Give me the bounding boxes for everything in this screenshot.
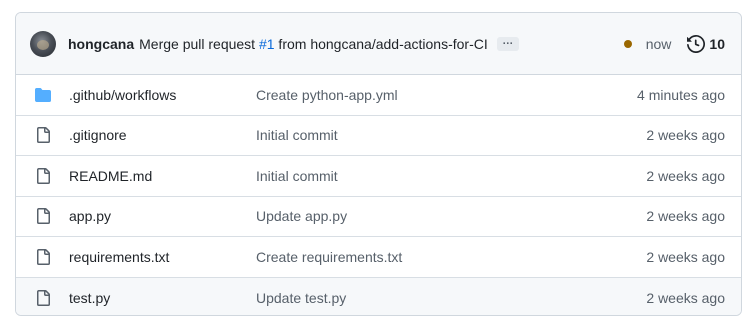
file-row[interactable]: .github/workflows Create python-app.yml … <box>16 75 741 116</box>
file-name[interactable]: requirements.txt <box>69 249 169 265</box>
commit-message-suffix[interactable]: from hongcana/add-actions-for-CI <box>275 36 487 52</box>
latest-commit-bar: hongcana Merge pull request #1 from hong… <box>16 13 741 75</box>
file-commit-message[interactable]: Update app.py <box>256 208 347 224</box>
file-age: 2 weeks ago <box>646 167 725 184</box>
file-age: 2 weeks ago <box>646 208 725 225</box>
folder-icon <box>33 87 53 103</box>
file-name[interactable]: .github/workflows <box>69 87 176 103</box>
file-row[interactable]: test.py Update test.py 2 weeks ago <box>16 277 741 315</box>
file-list: .github/workflows Create python-app.yml … <box>16 75 741 315</box>
history-count: 10 <box>709 35 725 52</box>
file-icon <box>33 167 53 184</box>
commit-message-prefix[interactable]: Merge pull request <box>139 36 259 52</box>
file-commit-message[interactable]: Create requirements.txt <box>256 249 402 265</box>
file-row[interactable]: .gitignore Initial commit 2 weeks ago <box>16 116 741 156</box>
file-age: 2 weeks ago <box>646 248 725 265</box>
file-row[interactable]: requirements.txt Create requirements.txt… <box>16 237 741 278</box>
commit-author[interactable]: hongcana <box>68 36 134 52</box>
status-dot-icon[interactable] <box>623 39 632 48</box>
file-name[interactable]: .gitignore <box>69 127 127 143</box>
file-commit-message[interactable]: Create python-app.yml <box>256 87 398 103</box>
file-row[interactable]: app.py Update app.py 2 weeks ago <box>16 197 741 237</box>
file-icon <box>33 289 53 306</box>
file-name[interactable]: test.py <box>69 290 110 306</box>
file-age: 2 weeks ago <box>646 127 725 144</box>
file-icon <box>33 248 53 265</box>
file-commit-message[interactable]: Update test.py <box>256 290 346 306</box>
commit-message[interactable]: Merge pull request #1 from hongcana/add-… <box>139 36 488 52</box>
file-age: 4 minutes ago <box>637 86 725 103</box>
file-icon <box>33 127 53 144</box>
commit-time[interactable]: now <box>646 36 672 52</box>
history-link[interactable]: 10 <box>687 34 725 53</box>
file-age: 2 weeks ago <box>646 289 725 306</box>
history-icon <box>687 34 706 53</box>
file-name[interactable]: README.md <box>69 168 152 184</box>
file-icon <box>33 208 53 225</box>
file-commit-message[interactable]: Initial commit <box>256 127 338 143</box>
file-commit-message[interactable]: Initial commit <box>256 168 338 184</box>
avatar[interactable] <box>30 30 56 57</box>
file-browser: hongcana Merge pull request #1 from hong… <box>15 12 742 316</box>
file-row[interactable]: README.md Initial commit 2 weeks ago <box>16 156 741 197</box>
file-name[interactable]: app.py <box>69 208 111 224</box>
pr-link[interactable]: #1 <box>259 36 275 52</box>
expand-message-button[interactable]: … <box>496 35 519 51</box>
